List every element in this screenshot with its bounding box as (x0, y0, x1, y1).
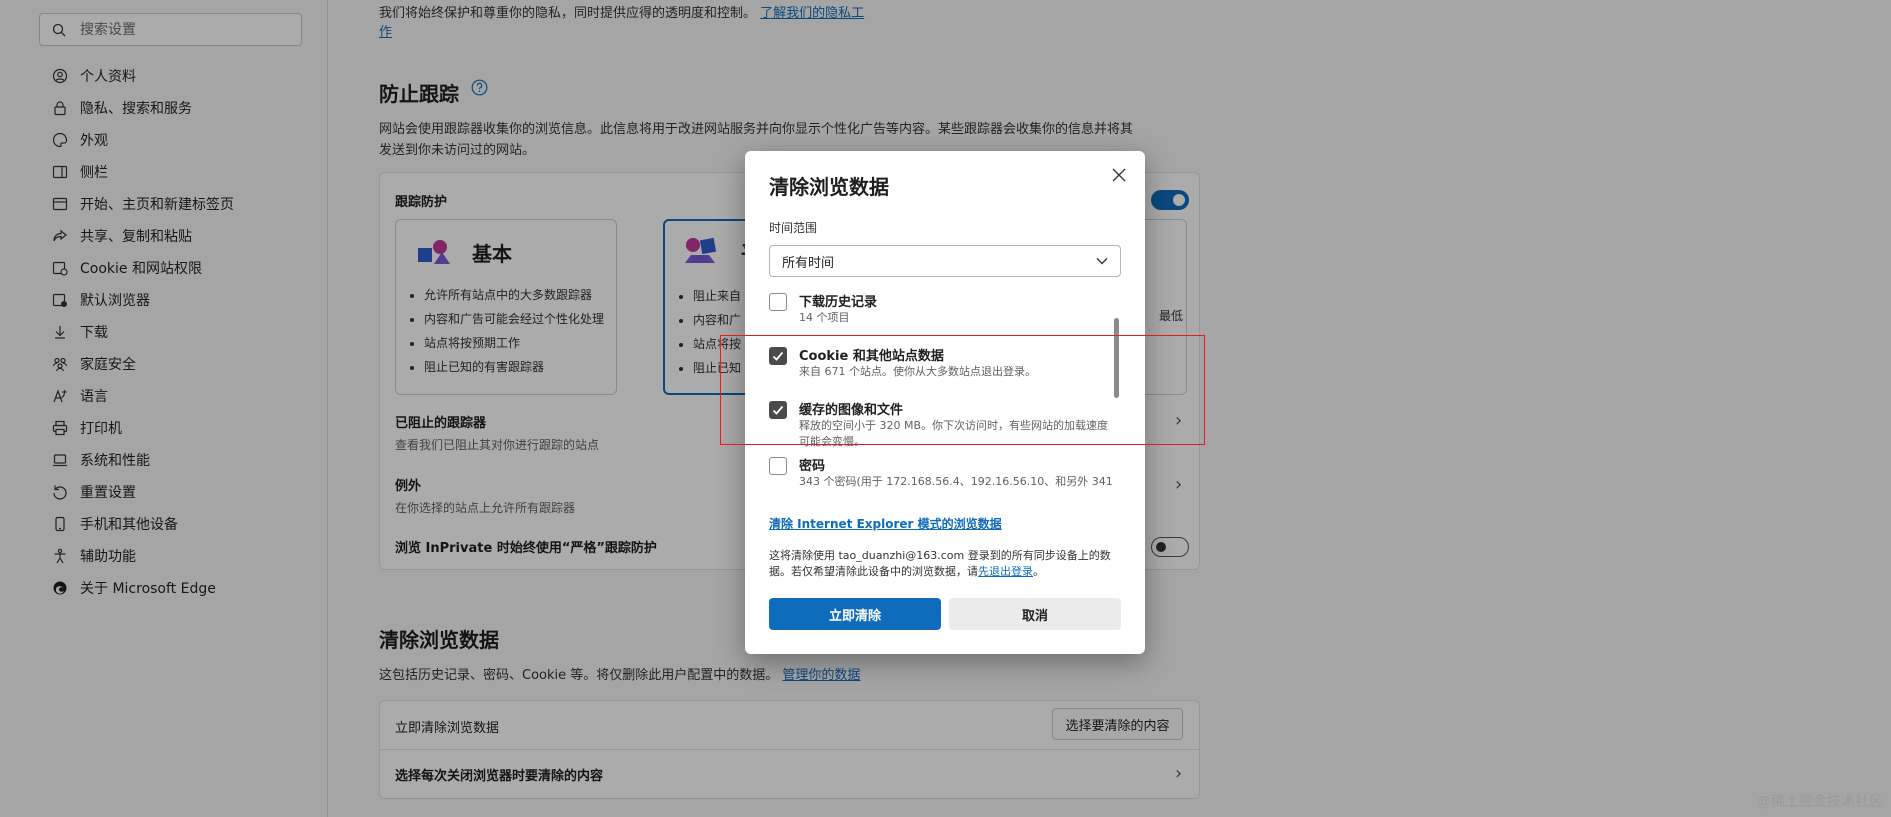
passwords-checkbox[interactable] (769, 457, 787, 475)
data-type-sub: 14 个项目 (799, 311, 850, 324)
data-type-title: 下载历史记录 (799, 295, 878, 310)
data-type-sub: 343 个密码(用于 172.168.56.4、192.16.56.10、和另外… (799, 475, 1113, 488)
close-icon[interactable] (1105, 161, 1133, 189)
watermark: @稀土掘金技术社区 (1757, 794, 1883, 810)
annotation-highlight-box (720, 335, 1205, 445)
sign-out-link[interactable]: 先退出登录 (978, 565, 1033, 578)
time-range-select[interactable]: 所有时间 (769, 245, 1121, 277)
clear-ie-mode-data-link[interactable]: 清除 Internet Explorer 模式的浏览数据 (769, 515, 1002, 532)
cancel-button[interactable]: 取消 (949, 598, 1121, 630)
download-history-checkbox[interactable] (769, 293, 787, 311)
chevron-down-icon (1096, 258, 1108, 265)
time-range-label: 时间范围 (769, 221, 818, 235)
data-type-title: 密码 (799, 459, 826, 474)
time-range-value: 所有时间 (782, 255, 835, 271)
dialog-title: 清除浏览数据 (769, 175, 889, 199)
sync-note: 这将清除使用 tao_duanzhi@163.com 登录到的所有同步设备上的数… (769, 549, 1111, 578)
clear-now-button[interactable]: 立即清除 (769, 598, 941, 630)
